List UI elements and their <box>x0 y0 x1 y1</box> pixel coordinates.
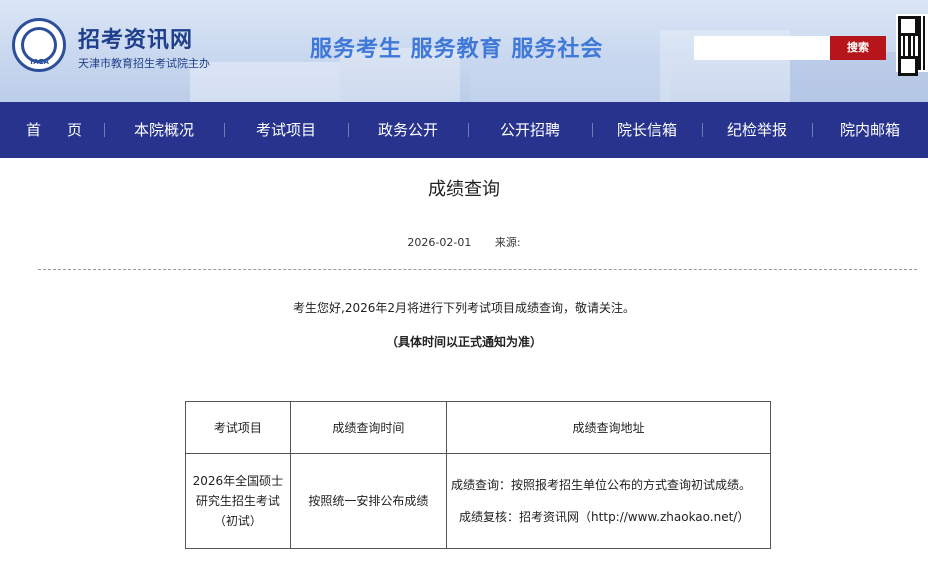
cell-project: 2026年全国硕士 研究生招生考试 （初试） <box>185 453 291 549</box>
cell-time: 按照统一安排公布成绩 <box>289 453 448 549</box>
project-line: 研究生招生考试 <box>195 494 280 508</box>
nav-item-gov-affairs[interactable]: 政务公开 <box>348 102 468 158</box>
article-note: （具体时间以正式通知为准） <box>385 335 542 349</box>
column-header-project: 考试项目 <box>185 401 291 454</box>
article-intro: 考生您好,2026年2月将进行下列考试项目成绩查询，敬请关注。 <box>293 301 635 315</box>
site-logo[interactable]: TAEA <box>12 18 66 72</box>
nav-item-about[interactable]: 本院概况 <box>104 102 224 158</box>
score-query-table: 考试项目 成绩查询时间 成绩查询地址 2026年全国硕士 研究生招生考试 （初试… <box>185 401 771 549</box>
qr-code-icon <box>896 14 928 76</box>
main-nav: 首页 本院概况 考试项目 政务公开 公开招聘 院长信箱 纪检举报 院内邮箱 <box>0 102 928 158</box>
address-line-review-link[interactable]: 成绩复核：招考资讯网（http://www.zhaokao.net/） <box>451 507 766 527</box>
logo-text: TAEA <box>29 58 49 66</box>
search-button[interactable]: 搜索 <box>830 36 886 60</box>
nav-item-director-mailbox[interactable]: 院长信箱 <box>592 102 702 158</box>
search-input[interactable] <box>694 36 830 60</box>
column-header-time: 成绩查询时间 <box>289 401 448 454</box>
article-date: 2026-02-01 <box>407 236 472 249</box>
article-source-label: 来源: <box>494 236 521 249</box>
site-subtitle: 天津市教育招生考试院主办 <box>78 57 210 70</box>
dashed-divider <box>38 269 917 270</box>
address-line-query: 成绩查询：按照报考招生单位公布的方式查询初试成绩。 <box>451 478 752 492</box>
nav-item-internal-mail[interactable]: 院内邮箱 <box>812 102 928 158</box>
nav-item-discipline-report[interactable]: 纪检举报 <box>702 102 812 158</box>
article-meta: 2026-02-01 来源: <box>0 234 928 250</box>
article-title: 成绩查询 <box>428 179 500 200</box>
nav-item-home[interactable]: 首页 <box>0 102 104 158</box>
project-line: 2026年全国硕士 <box>192 474 284 488</box>
site-header: TAEA 招考资讯网 天津市教育招生考试院主办 服务考生 服务教育 服务社会 搜… <box>0 0 928 102</box>
header-background-building <box>190 62 340 102</box>
table-row: 2026年全国硕士 研究生招生考试 （初试） 按照统一安排公布成绩 成绩查询：按… <box>185 453 771 549</box>
nav-item-exams[interactable]: 考试项目 <box>224 102 348 158</box>
nav-item-recruitment[interactable]: 公开招聘 <box>468 102 592 158</box>
table-header-row: 考试项目 成绩查询时间 成绩查询地址 <box>185 401 771 454</box>
cell-address: 成绩查询：按照报考招生单位公布的方式查询初试成绩。 成绩复核：招考资讯网（htt… <box>446 453 771 549</box>
project-line: （初试） <box>213 514 262 528</box>
header-slogan: 服务考生 服务教育 服务社会 <box>310 36 604 62</box>
site-title[interactable]: 招考资讯网 <box>78 22 193 54</box>
column-header-address: 成绩查询地址 <box>446 401 771 454</box>
